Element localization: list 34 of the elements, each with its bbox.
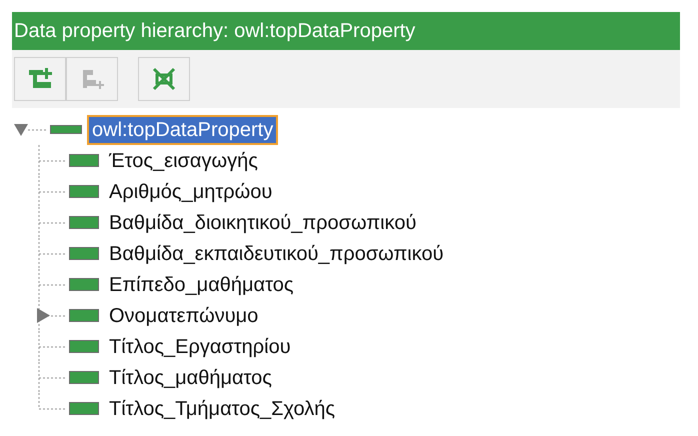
tree-item[interactable]: Ονοματεπώνυμο bbox=[104, 300, 264, 330]
data-property-icon bbox=[69, 402, 99, 415]
delete-button[interactable] bbox=[138, 57, 190, 101]
delete-icon bbox=[151, 67, 177, 91]
data-property-icon bbox=[69, 185, 99, 198]
tree-item[interactable]: Βαθμίδα_εκπαιδευτικού_προσωπικού bbox=[104, 238, 449, 268]
data-property-icon bbox=[69, 247, 99, 260]
expanded-icon[interactable] bbox=[14, 124, 28, 136]
connector-line bbox=[38, 300, 66, 331]
panel-title: Data property hierarchy: owl:topDataProperty bbox=[12, 12, 680, 50]
connector-line bbox=[38, 145, 66, 176]
tree-item[interactable]: Βαθμίδα_διοικητικού_προσωπικού bbox=[104, 208, 422, 238]
data-property-icon bbox=[69, 309, 99, 322]
connector-line bbox=[38, 331, 66, 362]
add-button[interactable] bbox=[14, 57, 66, 101]
tree-item[interactable]: Τίτλος_Εργαστηρίου bbox=[104, 332, 296, 362]
data-property-icon bbox=[69, 216, 99, 229]
tree-item[interactable]: Τίτλος_Τμήματος_Σχολής bbox=[104, 394, 340, 424]
tree-item[interactable]: Τίτλος_μαθήματος bbox=[104, 362, 277, 392]
collapsed-icon[interactable] bbox=[37, 308, 50, 323]
connector-line bbox=[38, 176, 66, 207]
add-subproperty-icon bbox=[27, 67, 53, 91]
data-property-icon bbox=[69, 154, 99, 167]
connector-line bbox=[38, 238, 66, 269]
tree-item[interactable]: owl:topDataProperty bbox=[87, 114, 278, 144]
connector-line bbox=[38, 269, 66, 300]
tree-item[interactable]: Επίπεδο_μαθήματος bbox=[104, 270, 298, 300]
connector-line bbox=[38, 207, 66, 238]
data-property-icon bbox=[69, 340, 99, 353]
data-property-icon bbox=[50, 125, 82, 134]
tree-item[interactable]: Αριθμός_μητρώου bbox=[104, 176, 278, 206]
data-property-icon bbox=[69, 278, 99, 291]
tree-item[interactable]: Έτος_εισαγωγής bbox=[104, 146, 263, 176]
data-property-icon bbox=[69, 371, 99, 384]
